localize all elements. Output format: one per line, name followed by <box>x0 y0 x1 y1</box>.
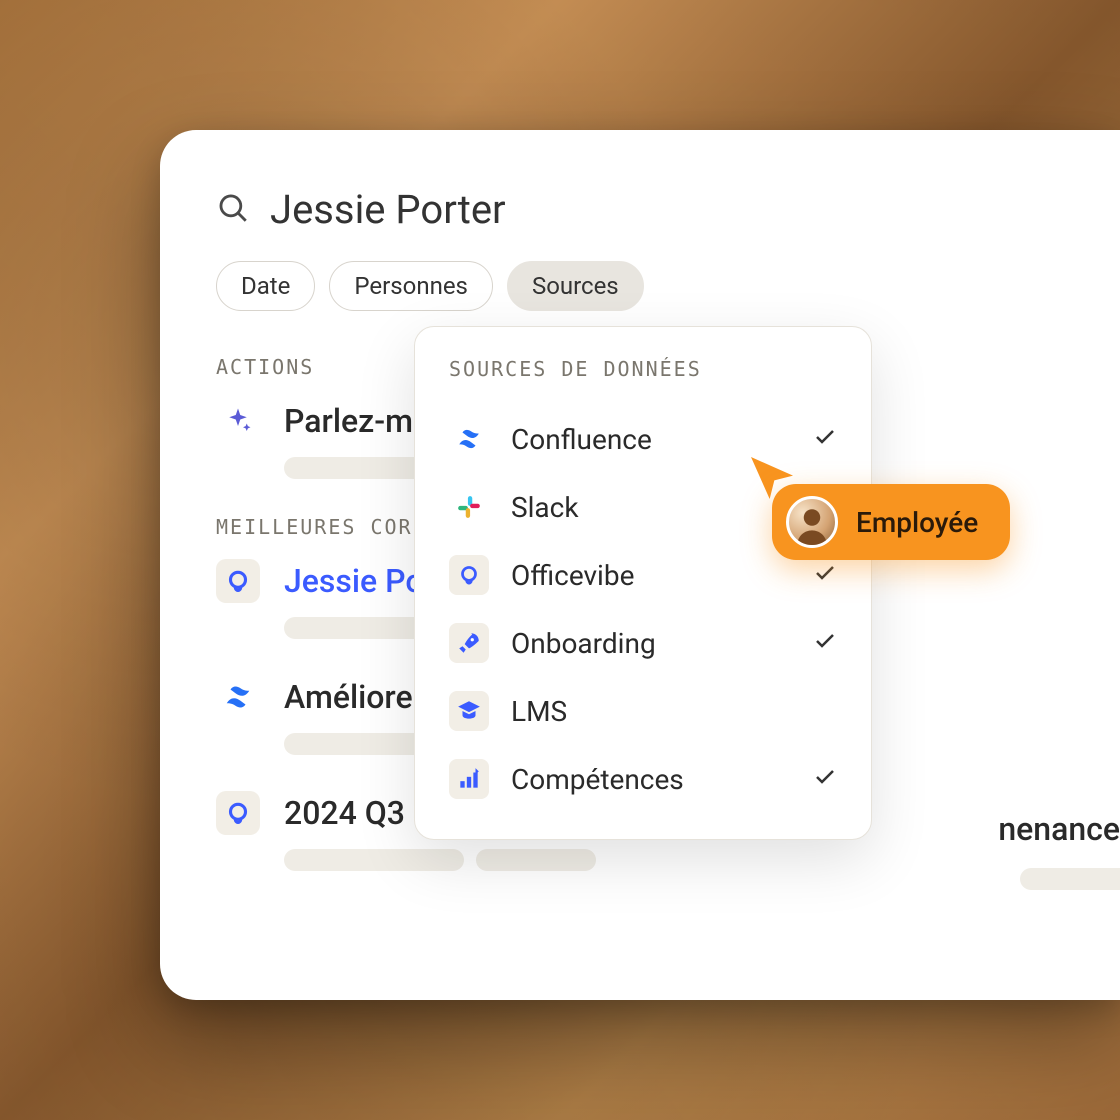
check-icon <box>813 765 837 793</box>
check-icon <box>813 629 837 657</box>
dropdown-title: SOURCES DE DONNÉES <box>449 357 837 381</box>
source-label: Onboarding <box>511 627 791 660</box>
confluence-icon <box>449 419 489 459</box>
sparkle-icon <box>216 399 260 443</box>
source-item-competences[interactable]: Compétences <box>449 745 837 813</box>
employee-label: Employée <box>856 506 978 539</box>
avatar <box>786 496 838 548</box>
result-row-skeleton <box>284 849 1120 871</box>
bar-chart-icon <box>449 759 489 799</box>
source-item-onboarding[interactable]: Onboarding <box>449 609 837 677</box>
search-input[interactable]: Jessie Porter <box>270 186 506 233</box>
chip-date[interactable]: Date <box>216 261 315 311</box>
search-row: Jessie Porter <box>216 186 1120 233</box>
sources-dropdown: SOURCES DE DONNÉES Confluence Slack Offi… <box>414 326 872 840</box>
slack-icon <box>449 487 489 527</box>
source-label: LMS <box>511 695 837 728</box>
officevibe-icon <box>216 559 260 603</box>
check-icon <box>813 425 837 453</box>
filter-chips: Date Personnes Sources <box>216 261 1120 311</box>
graduation-icon <box>449 691 489 731</box>
check-icon <box>813 561 837 589</box>
confluence-icon <box>216 675 260 719</box>
result-title: Jessie Po <box>284 562 423 600</box>
officevibe-icon <box>449 555 489 595</box>
result-title: Améliorer <box>284 678 424 716</box>
rocket-icon <box>449 623 489 663</box>
source-label: Officevibe <box>511 559 791 592</box>
employee-pill[interactable]: Employée <box>772 484 1010 560</box>
result-title-overflow: nenance <box>998 810 1120 848</box>
skeleton-bar <box>1020 868 1120 890</box>
chip-sources[interactable]: Sources <box>507 261 644 311</box>
chip-people[interactable]: Personnes <box>329 261 493 311</box>
source-item-lms[interactable]: LMS <box>449 677 837 745</box>
officevibe-icon <box>216 791 260 835</box>
source-label: Compétences <box>511 763 791 796</box>
result-title: 2024 Q3 <box>284 794 405 832</box>
search-icon <box>216 191 250 229</box>
action-title: Parlez-m <box>284 402 413 440</box>
